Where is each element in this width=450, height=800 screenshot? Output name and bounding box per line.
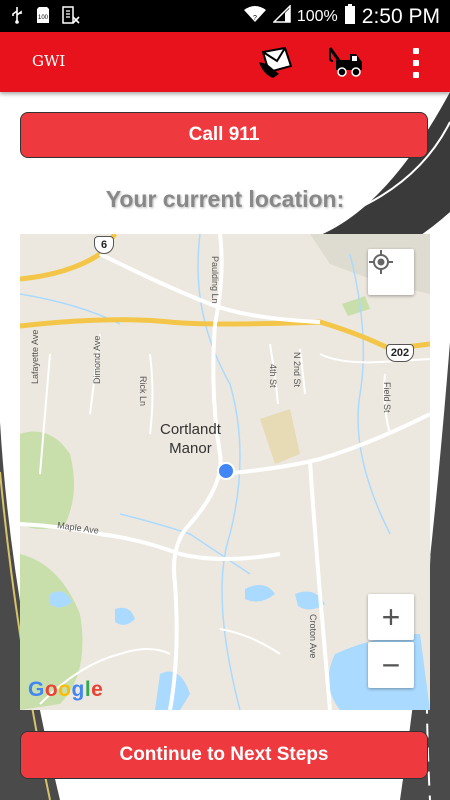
road-label: Field St [382, 382, 392, 413]
road-label: Croton Ave [308, 614, 318, 659]
map-view[interactable]: 6 202 Cortlandt Manor Paulding Ln Lafaye… [20, 234, 430, 710]
water-body [115, 607, 135, 625]
battery-percent: 100% [296, 7, 338, 25]
usb-icon [10, 6, 24, 29]
continue-next-steps-button[interactable]: Continue to Next Steps [20, 731, 428, 779]
road-label: Paulding Ln [210, 256, 220, 304]
call-911-label: Call 911 [188, 124, 260, 145]
tow-truck-icon [328, 47, 362, 77]
park-area [20, 431, 74, 529]
my-location-button[interactable] [368, 249, 414, 295]
envelope-hand-button[interactable] [256, 42, 296, 82]
route-202-shield: 202 [386, 344, 414, 362]
wifi-icon: ? [243, 5, 267, 28]
road-label: Rick Ln [138, 376, 148, 407]
status-bar: 100 ? 100% 2:50 PM [0, 0, 450, 32]
overflow-menu-icon[interactable] [412, 48, 420, 78]
crosshair-icon [369, 250, 393, 274]
water-body [245, 585, 275, 602]
current-location-dot [217, 462, 235, 480]
zoom-out-button[interactable]: − [368, 642, 414, 688]
app-bar: GWI [0, 32, 450, 92]
road-label: Dimond Ave [92, 335, 102, 384]
sd-card-icon: 100 [36, 6, 50, 29]
road-label: N 2nd St [292, 352, 302, 388]
call-911-button[interactable]: Call 911 [20, 112, 428, 158]
clock: 2:50 PM [361, 4, 440, 28]
battery-icon [344, 4, 356, 29]
tow-truck-button[interactable] [326, 42, 366, 82]
signal-icon [272, 4, 291, 28]
town-label: Cortlandt Manor [160, 421, 221, 457]
continue-label: Continue to Next Steps [119, 744, 329, 765]
app-title: GWI [32, 52, 66, 70]
no-sim-icon [62, 6, 80, 29]
zoom-in-button[interactable]: + [368, 594, 414, 640]
park-area [342, 296, 370, 316]
building-area [260, 409, 300, 464]
road-label: Lafayette Ave [30, 329, 40, 384]
svg-text:100: 100 [38, 15, 49, 21]
google-logo: Google [28, 678, 104, 701]
current-location-heading: Your current location: [105, 186, 345, 212]
envelope-hand-icon [259, 46, 293, 78]
svg-text:?: ? [253, 15, 257, 22]
road-label: 4th St [268, 364, 278, 388]
